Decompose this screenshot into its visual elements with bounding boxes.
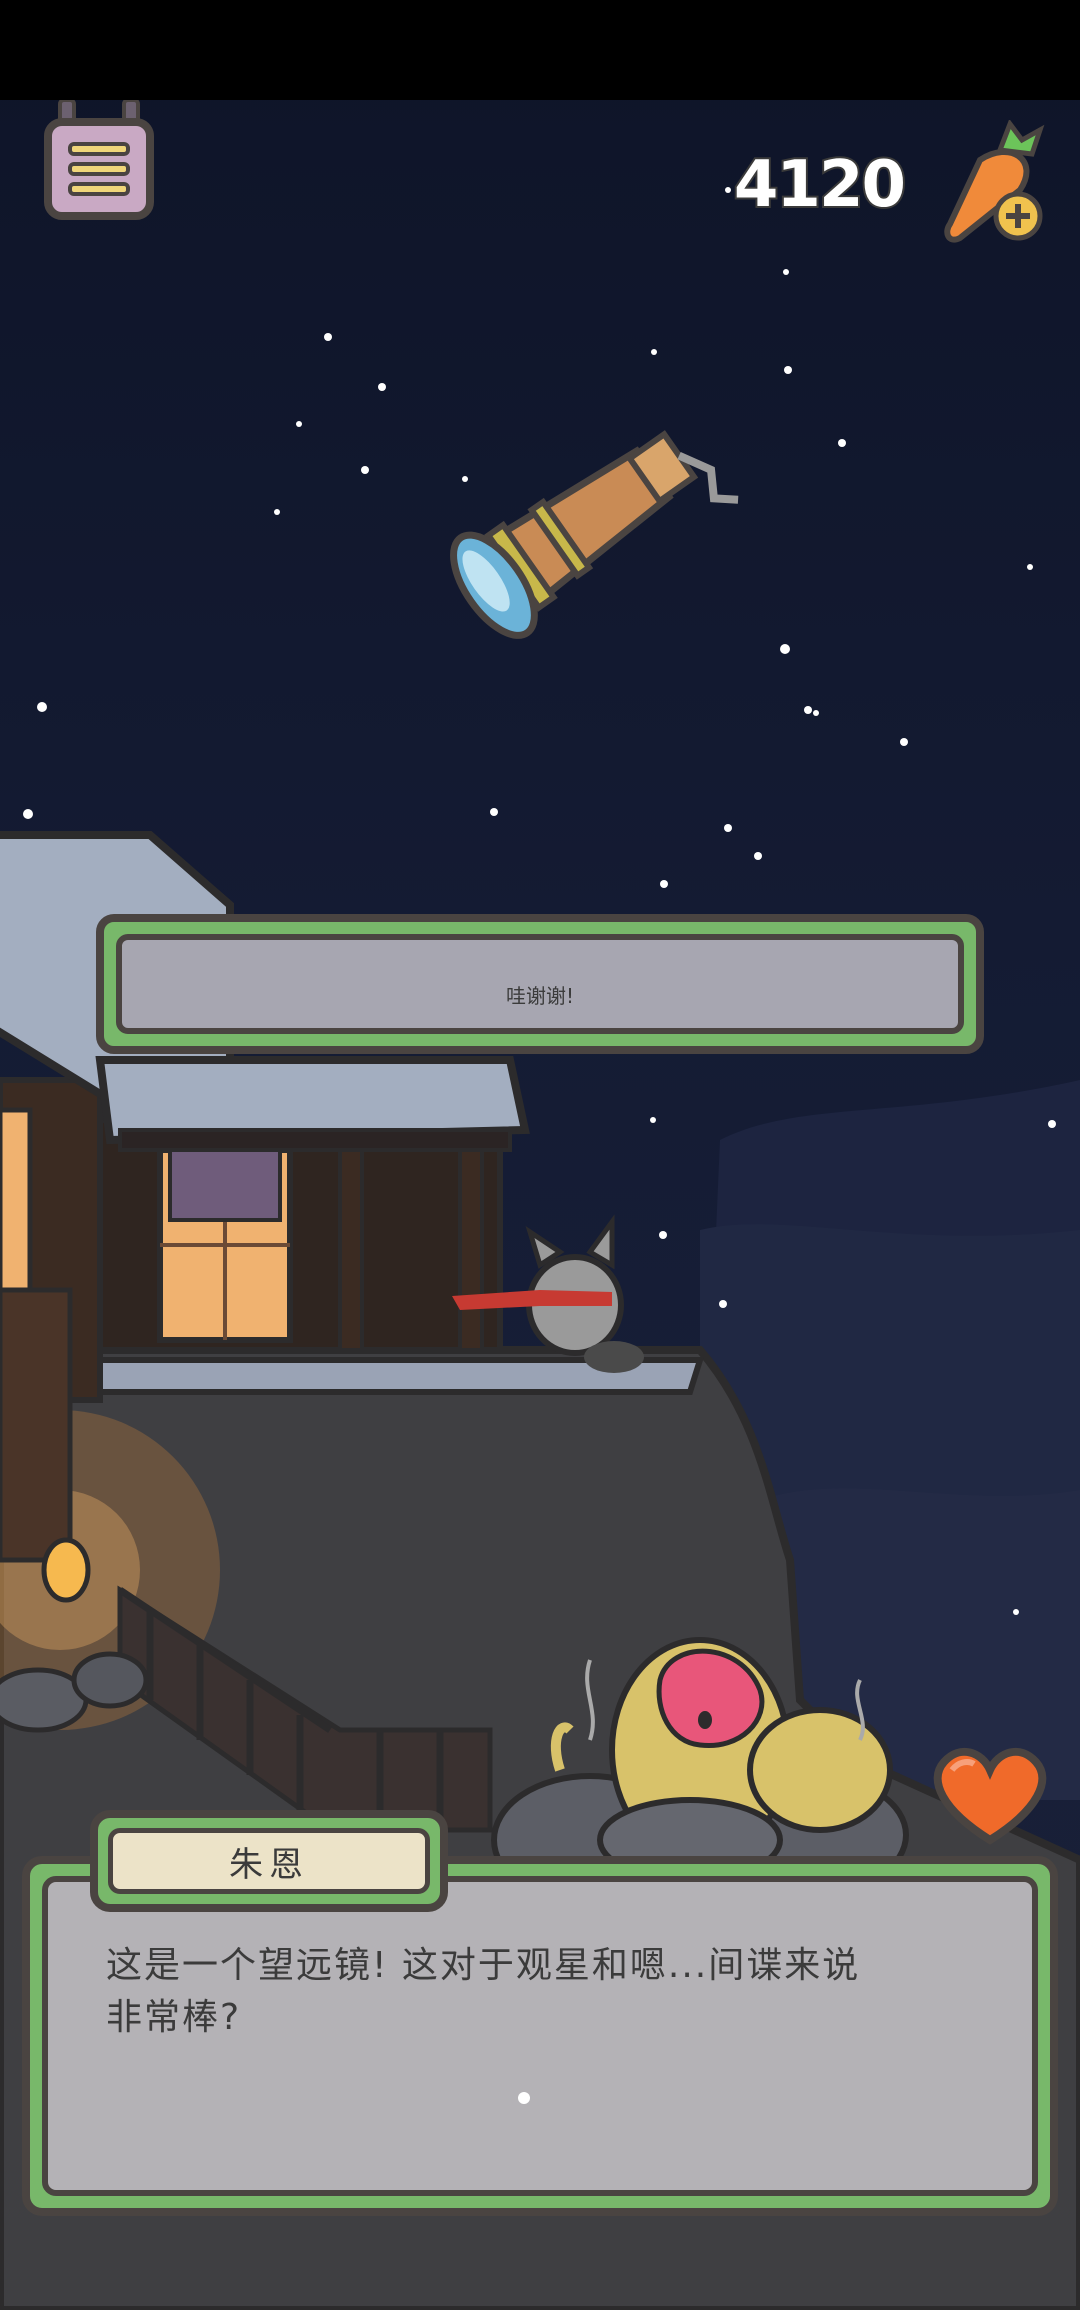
speaker-name-panel: 朱恩 — [108, 1828, 430, 1894]
carrot-count: 4120 — [732, 146, 908, 224]
status-bar — [0, 0, 1080, 100]
dialog-text: 这是一个望远镜! 这对于观星和嗯...间谍来说 非常棒? — [106, 1945, 861, 2038]
menu-list-icon[interactable] — [44, 100, 154, 220]
carrot-plus-icon[interactable] — [940, 120, 1050, 250]
telescope-item — [450, 430, 739, 639]
banner-text: 哇谢谢! — [505, 984, 575, 1008]
reward-banner: 哇谢谢! — [96, 914, 984, 1054]
dialog-panel: 这是一个望远镜! 这对于观星和嗯...间谍来说 非常棒? — [42, 1876, 1038, 2196]
carrot-counter: 4120 — [732, 120, 1050, 250]
speaker-name-plate: 朱恩 — [90, 1810, 448, 1912]
continue-indicator — [518, 2092, 530, 2104]
banner-panel: 哇谢谢! — [116, 934, 964, 1034]
heart-icon[interactable] — [922, 1740, 1058, 1850]
game-screen[interactable]: 4120 哇谢谢! 这是一个望远镜! 这对于观星和嗯...间谍来说 非常棒? 朱… — [0, 0, 1080, 2310]
speaker-name: 朱恩 — [229, 1844, 309, 1885]
